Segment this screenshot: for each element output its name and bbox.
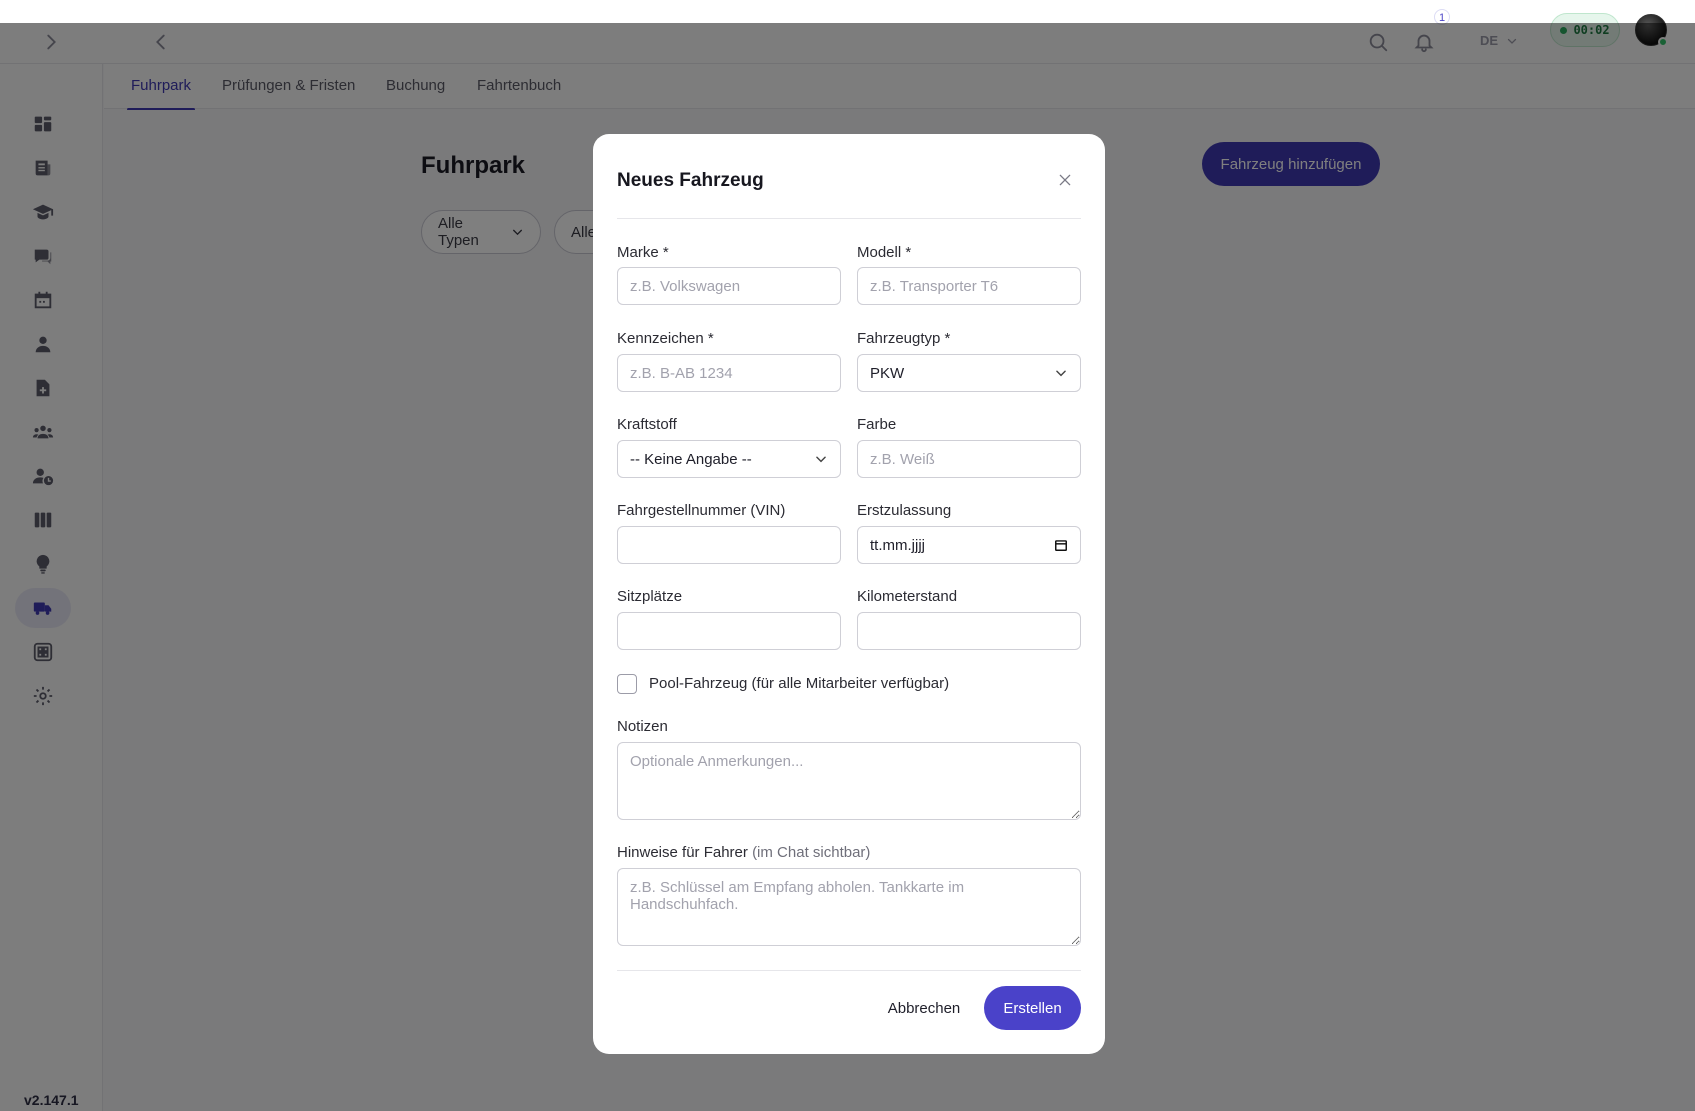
erstzulassung-date-input[interactable]: tt.mm.jjjj [857,526,1081,564]
close-icon[interactable] [1053,168,1077,192]
pool-vehicle-label[interactable]: Pool-Fahrzeug (für alle Mitarbeiter verf… [649,675,949,692]
notizen-label: Notizen [617,718,668,735]
dialog-title: Neues Fahrzeug [617,170,764,191]
sitzplaetze-label: Sitzplätze [617,588,683,605]
calendar-icon[interactable] [1054,538,1068,552]
kilometerstand-input[interactable] [857,612,1081,650]
cancel-button[interactable]: Abbrechen [879,986,969,1030]
fahrzeugtyp-select[interactable]: PKW [857,354,1081,392]
kennzeichen-input[interactable] [617,354,841,392]
modell-input[interactable] [857,267,1081,305]
erstzulassung-label: Erstzulassung [857,502,952,519]
fahrzeugtyp-value: PKW [870,364,905,382]
pool-vehicle-checkbox[interactable] [617,674,637,694]
kraftstoff-select[interactable]: -- Keine Angabe -- [617,440,841,478]
chevron-down-icon [816,456,826,463]
hinweise-label-hint: (im Chat sichtbar) [752,844,871,861]
kennzeichen-label: Kennzeichen * [617,330,714,347]
chevron-down-icon [1056,370,1066,377]
modell-label: Modell * [857,244,912,261]
new-vehicle-dialog: Neues Fahrzeug Marke * Modell * Kennzeic… [593,134,1105,1054]
marke-label: Marke * [617,244,669,261]
notizen-textarea[interactable] [617,742,1081,820]
kraftstoff-label: Kraftstoff [617,416,677,433]
erstzulassung-value: tt.mm.jjjj [870,536,925,554]
kraftstoff-value: -- Keine Angabe -- [630,450,752,468]
sitzplaetze-input[interactable] [617,612,841,650]
vin-label: Fahrgestellnummer (VIN) [617,502,786,519]
divider [617,218,1081,219]
divider [617,970,1081,971]
fahrzeugtyp-label: Fahrzeugtyp * [857,330,951,347]
farbe-input[interactable] [857,440,1081,478]
kilometerstand-label: Kilometerstand [857,588,958,605]
marke-input[interactable] [617,267,841,305]
vin-input[interactable] [617,526,841,564]
create-button[interactable]: Erstellen [984,986,1081,1030]
hinweise-textarea[interactable] [617,868,1081,946]
hinweise-label: Hinweise für Fahrer (im Chat sichtbar) [617,844,870,861]
farbe-label: Farbe [857,416,897,433]
hinweise-label-text: Hinweise für Fahrer [617,844,748,861]
